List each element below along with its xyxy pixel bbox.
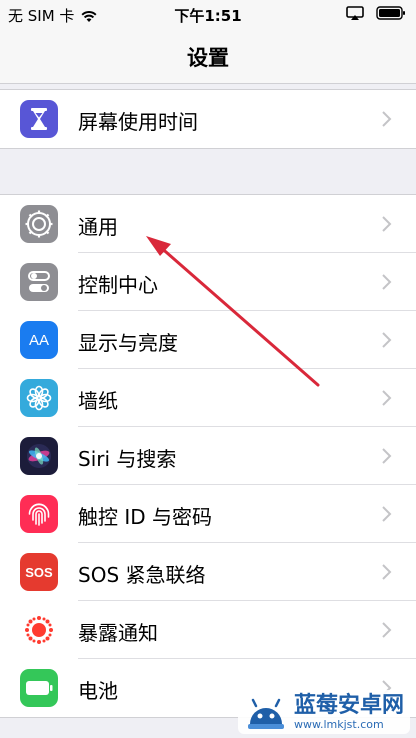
settings-row-screen-time[interactable]: 屏幕使用时间 — [0, 90, 416, 148]
exposure-icon — [20, 611, 58, 649]
battery-status-icon — [376, 6, 405, 20]
settings-row-label: 暴露通知 — [78, 621, 158, 645]
hourglass-icon — [20, 100, 58, 138]
android-robot-logo — [247, 698, 284, 729]
settings-group-main: 通用 控制中心 AA 显示与亮度 墙纸 Siri 与搜索 触控 ID 与密码 S… — [0, 194, 416, 718]
chevron-right-icon — [382, 274, 392, 290]
settings-row-exposure-notifications[interactable]: 暴露通知 — [0, 601, 416, 659]
settings-row-label: Siri 与搜索 — [78, 447, 177, 471]
status-right — [346, 6, 406, 20]
settings-row-label: SOS 紧急联络 — [78, 563, 206, 587]
settings-row-label: 电池 — [78, 679, 118, 703]
watermark-url: www.lmkjst.com — [293, 717, 384, 731]
screen-mirroring-icon — [346, 6, 364, 20]
settings-row-siri-search[interactable]: Siri 与搜索 — [0, 427, 416, 485]
siri-icon — [20, 437, 58, 475]
settings-row-label: 通用 — [78, 215, 118, 239]
settings-row-control-center[interactable]: 控制中心 — [0, 253, 416, 311]
settings-row-touch-id-passcode[interactable]: 触控 ID 与密码 — [0, 485, 416, 543]
gear-icon — [20, 205, 58, 243]
settings-row-label: 屏幕使用时间 — [78, 110, 198, 134]
text-size-badge: AA — [28, 331, 49, 349]
settings-row-general[interactable]: 通用 — [0, 195, 416, 253]
settings-row-display-brightness[interactable]: AA 显示与亮度 — [0, 311, 416, 369]
chevron-right-icon — [382, 390, 392, 406]
chevron-right-icon — [382, 332, 392, 348]
sos-badge: SOS — [25, 564, 53, 580]
watermark: 蓝莓安卓网 www.lmkjst.com — [237, 690, 410, 734]
text-size-icon: AA — [20, 321, 58, 359]
page-title: 设置 — [187, 46, 229, 70]
chevron-right-icon — [382, 506, 392, 522]
settings-row-label: 触控 ID 与密码 — [78, 505, 213, 529]
toggle-switches-icon — [20, 263, 58, 301]
battery-icon — [20, 669, 58, 707]
settings-row-emergency-sos[interactable]: SOS SOS 紧急联络 — [0, 543, 416, 601]
settings-row-label: 墙纸 — [78, 389, 118, 413]
status-bar: 无 SIM 卡 下午1:51 — [0, 0, 416, 28]
watermark-title: 蓝莓安卓网 — [293, 692, 404, 718]
settings-row-wallpaper[interactable]: 墙纸 — [0, 369, 416, 427]
fingerprint-icon — [20, 495, 58, 533]
chevron-right-icon — [382, 622, 392, 638]
settings-row-label: 控制中心 — [78, 273, 158, 297]
sos-icon: SOS — [20, 553, 58, 591]
settings-row-label: 显示与亮度 — [78, 331, 178, 355]
chevron-right-icon — [382, 216, 392, 232]
flower-icon — [20, 379, 58, 417]
navigation-bar: 设置 — [0, 28, 416, 84]
chevron-right-icon — [382, 448, 392, 464]
chevron-right-icon — [382, 111, 392, 127]
settings-group-screen-time: 屏幕使用时间 — [0, 89, 416, 149]
chevron-right-icon — [382, 564, 392, 580]
